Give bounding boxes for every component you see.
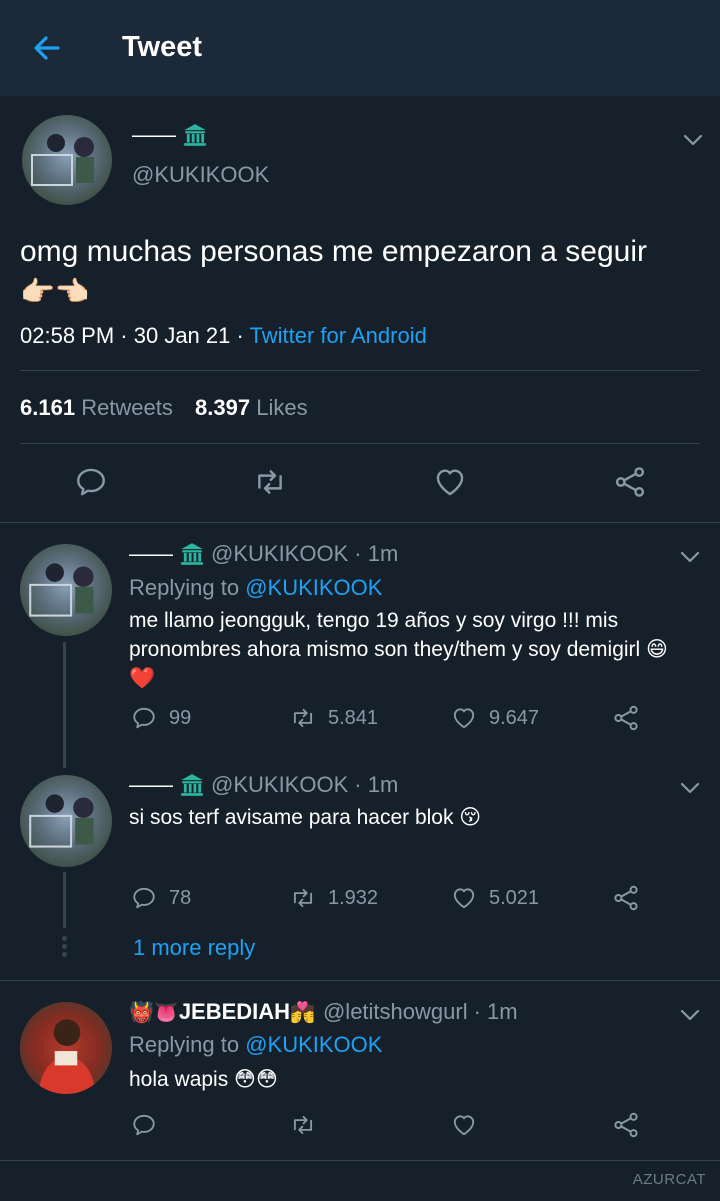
reply-icon	[131, 885, 157, 911]
like-count: 5.021	[489, 886, 540, 909]
back-arrow-icon[interactable]	[28, 30, 68, 66]
like-count: 9.647	[489, 706, 540, 729]
tweet-text: omg muchas personas me empezaron a segui…	[20, 232, 710, 312]
heart-icon	[451, 885, 477, 911]
reply-count: 78	[169, 886, 192, 909]
reply-count: 99	[169, 706, 192, 729]
reply-handle[interactable]: @KUKIKOOK	[211, 772, 348, 798]
thread-line	[63, 872, 66, 928]
replying-to: Replying to @KUKIKOOK	[129, 575, 382, 601]
retweet-icon	[288, 705, 318, 731]
avatar[interactable]	[20, 775, 112, 867]
reply-icon[interactable]	[131, 1112, 157, 1138]
watermark: AZURCAT	[632, 1171, 706, 1188]
tweet-emoji: 👉🏻👈🏻	[20, 276, 90, 307]
reply-header: —— @KUKIKOOK · 1m	[129, 772, 398, 798]
retweets-count: 6.161	[20, 395, 76, 420]
name-emoji-prefix: 👹👅	[129, 1001, 179, 1024]
replying-to: Replying to @KUKIKOOK	[129, 1032, 382, 1058]
top-app-bar: Tweet	[0, 0, 720, 96]
reply-text: me llamo jeongguk, tengo 19 años y soy v…	[129, 606, 668, 693]
tweet-time: 02:58 PM	[20, 323, 115, 348]
like-action[interactable]: 5.021	[451, 885, 539, 911]
reply-header: —— @KUKIKOOK · 1m	[129, 541, 398, 567]
replying-to-link[interactable]: @KUKIKOOK	[245, 1032, 382, 1057]
bank-icon	[179, 541, 205, 567]
retweet-count: 5.841	[328, 706, 379, 729]
reply-text-line: me llamo jeongguk, tengo 19 años y soy v…	[129, 609, 619, 632]
avatar[interactable]	[22, 115, 112, 205]
reply-handle[interactable]: @KUKIKOOK	[211, 541, 348, 567]
retweet-icon[interactable]	[288, 1112, 318, 1138]
tweet-meta: 02:58 PM · 30 Jan 21 · Twitter for Andro…	[20, 323, 427, 348]
more-replies-link[interactable]: 1 more reply	[133, 935, 255, 961]
heart-icon[interactable]	[433, 465, 467, 499]
chevron-down-icon[interactable]	[678, 780, 702, 796]
reply-time: · 1m	[354, 541, 399, 566]
display-name[interactable]: ——	[129, 541, 173, 567]
heart-icon[interactable]	[451, 1112, 477, 1138]
divider	[20, 443, 700, 444]
chevron-down-icon[interactable]	[681, 132, 705, 148]
replying-to-link[interactable]: @KUKIKOOK	[245, 575, 382, 600]
author-name[interactable]: ——	[132, 122, 208, 148]
reply-text-line: ❤️	[129, 667, 156, 690]
like-action[interactable]: 9.647	[451, 705, 539, 731]
reply-icon	[131, 705, 157, 731]
divider	[0, 1160, 720, 1161]
replying-to-label: Replying to	[129, 1032, 240, 1057]
divider	[0, 980, 720, 981]
retweet-action[interactable]: 1.932	[288, 885, 378, 911]
likes-stat[interactable]: 8.397 Likes	[195, 395, 308, 420]
retweets-label: Retweets	[81, 395, 173, 420]
chevron-down-icon[interactable]	[678, 1007, 702, 1023]
reply-handle[interactable]: @letitshowgurl	[323, 999, 468, 1025]
reply-time: · 1m	[354, 772, 399, 797]
reply-text: hola wapis 😳😳	[129, 1068, 278, 1091]
share-icon[interactable]	[612, 704, 640, 732]
retweets-stat[interactable]: 6.161 Retweets	[20, 395, 173, 420]
retweet-action[interactable]: 5.841	[288, 705, 378, 731]
reply-text: si sos terf avisame para hacer blok 😚	[129, 806, 482, 829]
divider	[0, 522, 720, 523]
bank-icon	[182, 122, 208, 148]
reply-text-line: pronombres ahora mismo son they/them y s…	[129, 638, 668, 661]
reply-action[interactable]: 99	[131, 705, 191, 731]
bank-icon	[179, 772, 205, 798]
likes-label: Likes	[256, 395, 308, 420]
share-icon[interactable]	[612, 1111, 640, 1139]
name-emoji-suffix: 💏	[290, 1001, 315, 1024]
retweet-count: 1.932	[328, 886, 379, 909]
avatar[interactable]	[20, 1002, 112, 1094]
tweet-source-link[interactable]: Twitter for Android	[250, 323, 427, 348]
avatar[interactable]	[20, 544, 112, 636]
likes-count: 8.397	[195, 395, 251, 420]
display-name[interactable]: JEBEDIAH	[179, 999, 290, 1025]
divider	[20, 370, 700, 371]
heart-icon	[451, 705, 477, 731]
share-icon[interactable]	[612, 884, 640, 912]
display-name: ——	[132, 122, 176, 147]
tweet-stats: 6.161 Retweets 8.397 Likes	[20, 395, 308, 421]
reply-header: 👹👅 JEBEDIAH 💏 @letitshowgurl · 1m	[129, 999, 518, 1025]
retweet-icon	[288, 885, 318, 911]
retweet-icon[interactable]	[251, 465, 289, 499]
reply-time: · 1m	[473, 999, 518, 1024]
thread-line	[63, 642, 66, 768]
share-icon[interactable]	[613, 465, 647, 499]
tweet-text-body: omg muchas personas me empezaron a segui…	[20, 235, 647, 268]
replying-to-label: Replying to	[129, 575, 240, 600]
reply-icon[interactable]	[74, 465, 108, 499]
display-name[interactable]: ——	[129, 772, 173, 798]
chevron-down-icon[interactable]	[678, 549, 702, 565]
thread-dots	[62, 936, 67, 957]
author-handle[interactable]: @KUKIKOOK	[132, 162, 269, 188]
reply-action[interactable]: 78	[131, 885, 191, 911]
page-title: Tweet	[122, 31, 203, 63]
tweet-date: 30 Jan 21	[133, 323, 231, 348]
